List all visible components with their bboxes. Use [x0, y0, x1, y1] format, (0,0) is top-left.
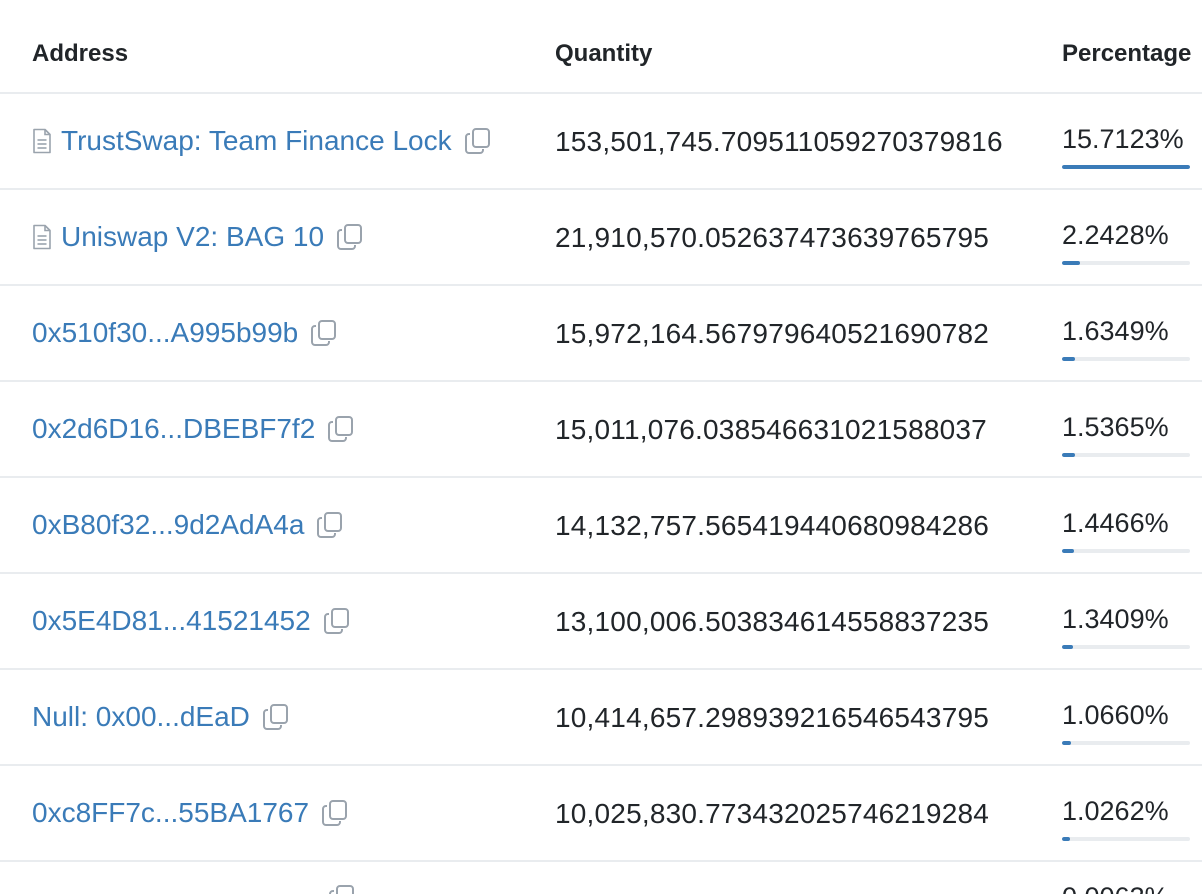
copy-icon[interactable]	[336, 223, 364, 251]
copy-icon[interactable]	[262, 703, 290, 731]
percentage-text: 2.2428%	[1062, 220, 1169, 250]
header-percentage: Percentage	[1062, 40, 1192, 67]
table-row: 0x2d6D16...DBEBF7f2 15,011,076.0385466310…	[0, 382, 1202, 478]
header-address: Address	[32, 40, 129, 67]
address-link[interactable]: TrustSwap: Team Finance Lock	[61, 125, 452, 157]
percentage-bar-fill	[1062, 741, 1071, 745]
contract-file-icon	[32, 128, 52, 154]
percentage-cell: 1.4466%	[1062, 508, 1190, 553]
percentage-text: 1.3409%	[1062, 604, 1169, 634]
address-link[interactable]: 0x5E4D81...41521452	[32, 605, 311, 637]
percentage-bar-fill	[1062, 357, 1076, 361]
percentage-cell: 1.6349%	[1062, 316, 1190, 361]
percentage-bar	[1062, 261, 1190, 265]
percentage-bar-fill	[1062, 645, 1073, 649]
address-link[interactable]: 0x2d6D16...DBEBF7f2	[32, 413, 315, 445]
copy-icon[interactable]	[464, 127, 492, 155]
percentage-bar	[1062, 357, 1190, 361]
quantity-cell: 10,414,657.298939216546543795	[555, 702, 990, 733]
percentage-bar-fill	[1062, 165, 1190, 169]
percentage-text: 1.0660%	[1062, 700, 1169, 730]
table-row: Uniswap V2: BAG 10 21,910,570.05263747363…	[0, 190, 1202, 286]
address-link[interactable]: 0xB80f32...9d2AdA4a	[32, 509, 304, 541]
percentage-bar-fill	[1062, 261, 1081, 265]
quantity-cell: 21,910,570.052637473639765795	[555, 222, 990, 253]
table-row: TrustSwap: Team Finance Lock 153,501,745.…	[0, 94, 1202, 190]
percentage-cell: 2.2428%	[1062, 220, 1190, 265]
token-holders-table: Address Quantity Percentage TrustSwap: T…	[0, 0, 1202, 894]
address-cell: 0xc8FF7c...55BA1767	[32, 796, 349, 830]
table-row: 0xc8FF7c...55BA1767 10,025,830.7734320257…	[0, 766, 1202, 862]
address-link[interactable]: 0x510f30...A995b99b	[32, 317, 298, 349]
address-cell: 0x5E4D81...41521452	[32, 604, 351, 638]
address-link[interactable]: Uniswap V2: BAG 10	[61, 221, 324, 253]
copy-icon[interactable]	[310, 319, 338, 347]
address-cell: 0xB80f32...9d2AdA4a	[32, 508, 344, 542]
percentage-bar-fill	[1062, 549, 1074, 553]
contract-file-icon	[32, 224, 52, 250]
table-row: 0x5E4D81...41521452 13,100,006.5038346145…	[0, 574, 1202, 670]
address-cell: Null: 0x00...dEaD	[32, 700, 290, 734]
percentage-text: 1.4466%	[1062, 508, 1169, 538]
quantity-cell: 153,501,745.709511059270379816	[555, 126, 1003, 157]
quantity-cell: 13,100,006.503834614558837235	[555, 606, 990, 637]
percentage-cell: 1.0262%	[1062, 796, 1190, 841]
percentage-bar	[1062, 837, 1190, 841]
percentage-bar	[1062, 549, 1190, 553]
percentage-bar	[1062, 165, 1190, 169]
percentage-cell: 1.5365%	[1062, 412, 1190, 457]
address-cell: 0x2d6D16...DBEBF7f2	[32, 412, 355, 446]
table-row: 0x510f30...A995b99b 15,972,164.5679796405…	[0, 286, 1202, 382]
percentage-bar-fill	[1062, 837, 1071, 841]
percentage-cell: 1.3409%	[1062, 604, 1190, 649]
table-header: Address Quantity Percentage	[0, 0, 1202, 94]
copy-icon[interactable]	[321, 799, 349, 827]
percentage-text: 1.0262%	[1062, 796, 1169, 826]
percentage-text: 1.5365%	[1062, 412, 1169, 442]
table-row: Null: 0x00...dEaD 10,414,657.298939216546…	[0, 670, 1202, 766]
quantity-cell: 15,972,164.567979640521690782	[555, 318, 990, 349]
percentage-cell: 1.0660%	[1062, 700, 1190, 745]
address-cell: TrustSwap: Team Finance Lock	[32, 124, 492, 158]
quantity-cell: 15,011,076.038546631021588037	[555, 414, 987, 445]
percentage-text: 1.6349%	[1062, 316, 1169, 346]
table-row: 0xB80f32...9d2AdA4a 14,132,757.5654194406…	[0, 478, 1202, 574]
percentage-bar	[1062, 741, 1190, 745]
quantity-cell: 14,132,757.565419440680984286	[555, 510, 990, 541]
address-cell: Uniswap V2: BAG 10	[32, 220, 364, 254]
address-link[interactable]: 0xc8FF7c...55BA1767	[32, 797, 309, 829]
header-quantity[interactable]: Quantity	[555, 40, 652, 68]
percentage-bar	[1062, 453, 1190, 457]
quantity-cell: 10,025,830.773432025746219284	[555, 798, 990, 829]
address-cell: 0x510f30...A995b99b	[32, 316, 338, 350]
copy-icon[interactable]	[327, 415, 355, 443]
percentage-bar-fill	[1062, 453, 1075, 457]
address-link[interactable]: Null: 0x00...dEaD	[32, 701, 250, 733]
percentage-bar	[1062, 645, 1190, 649]
partial-row-percentage: 0.0063%	[1062, 882, 1169, 894]
percentage-cell: 15.7123%	[1062, 124, 1190, 169]
percentage-text: 15.7123%	[1062, 124, 1184, 154]
copy-icon[interactable]	[323, 607, 351, 635]
copy-icon[interactable]	[316, 511, 344, 539]
copy-icon[interactable]	[328, 884, 356, 894]
